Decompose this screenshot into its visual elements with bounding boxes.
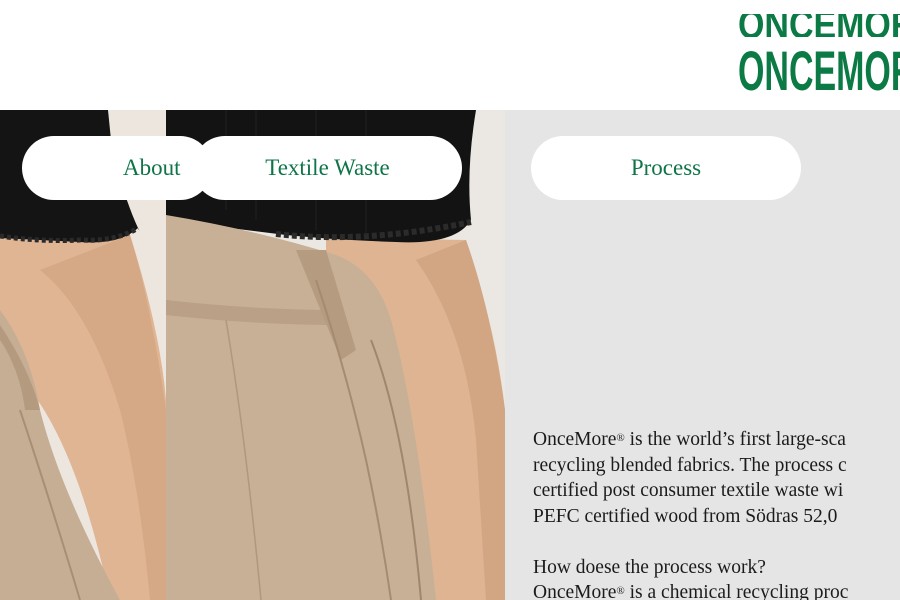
process-answer-line: OnceMore® is a chemical recycling proc [533, 582, 849, 600]
intro-line: OnceMore® is the world’s first large-sca [533, 429, 846, 450]
nav-pill-textile-waste[interactable]: Textile Waste [193, 136, 462, 200]
process-question: How doese the process work? [533, 556, 766, 578]
logo-text-bottom: ONCEMORE [738, 39, 900, 92]
nav-pill-about-label: About [123, 155, 181, 180]
site-header: ONCEMORE ONCEMORE [0, 0, 900, 110]
intro-text-block: OnceMore® is the world’s first large-sca… [533, 427, 900, 600]
intro-line: recycling blended fabrics. The process c [533, 454, 847, 476]
intro-line: PEFC certified wood from Södras 52,0 [533, 505, 838, 527]
oncemore-logo[interactable]: ONCEMORE ONCEMORE [738, 14, 900, 92]
nav-pill-about[interactable]: About [22, 136, 212, 200]
intro-line: certified post consumer textile waste wi [533, 480, 844, 501]
nav-pill-process-label: Process [630, 155, 702, 180]
nav-pill-textile-waste-label: Textile Waste [265, 155, 390, 180]
nav-pill-process[interactable]: Process [531, 136, 801, 200]
